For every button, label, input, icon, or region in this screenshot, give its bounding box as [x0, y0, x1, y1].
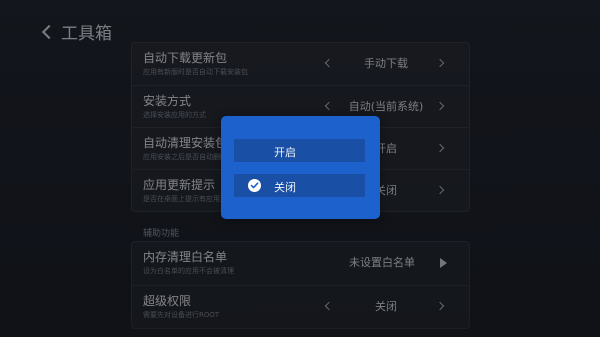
- option-dialog: 开启 关闭: [221, 116, 380, 219]
- option-on[interactable]: 开启: [234, 139, 365, 162]
- option-off[interactable]: 关闭: [234, 174, 365, 197]
- app-screen: 工具箱 自动下载更新包 应用有新版时是否自动下载安装包 手动下载 安装方式 选择…: [0, 0, 600, 337]
- check-circle-icon: [248, 179, 261, 192]
- option-label: 关闭: [274, 181, 296, 194]
- option-label: 开启: [274, 146, 296, 159]
